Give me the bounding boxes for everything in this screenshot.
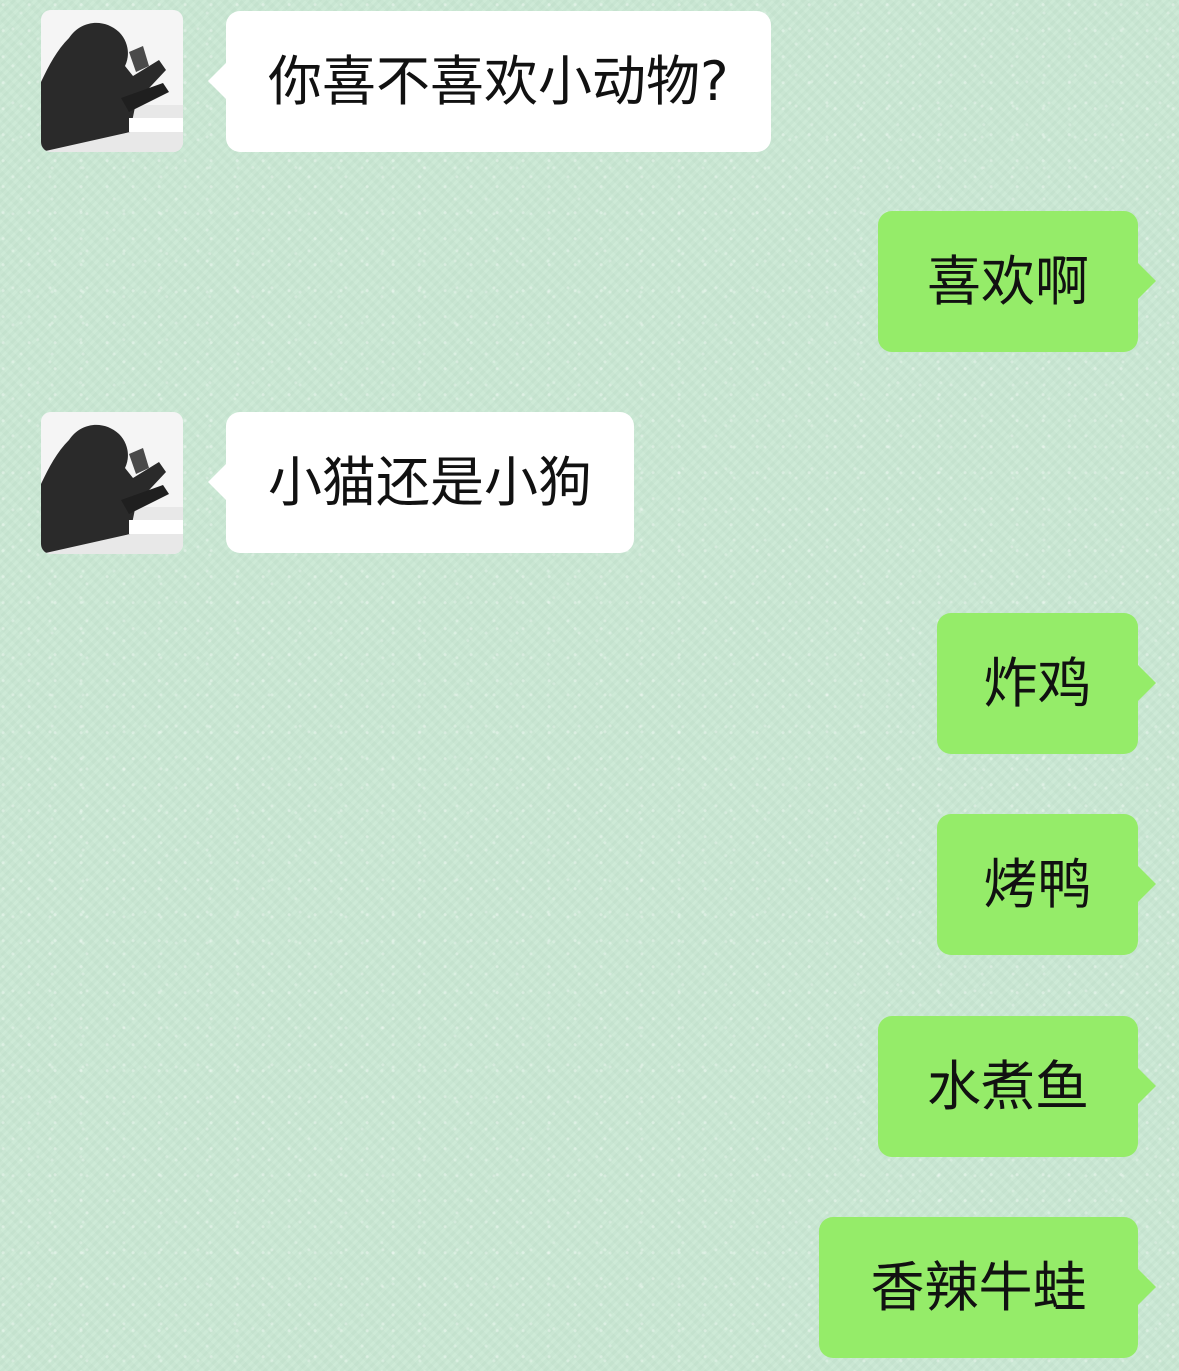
outgoing-message-bubble[interactable]: 喜欢啊 [878,211,1156,352]
incoming-message-bubble[interactable]: 小猫还是小狗 [208,412,634,553]
message-text: 炸鸡 [983,652,1092,715]
message-outgoing: 喜欢啊 [0,211,1179,352]
outgoing-message-bubble[interactable]: 烤鸭 [937,814,1156,955]
message-text: 喜欢啊 [927,250,1089,313]
message-outgoing: 香辣牛蛙 [0,1217,1179,1358]
chat-conversation: 你喜不喜欢小动物? 喜欢啊 小猫还是小狗 炸鸡 烤鸭 水煮鱼 香辣牛蛙 [0,0,1179,1371]
outgoing-message-bubble[interactable]: 炸鸡 [937,613,1156,754]
outgoing-message-bubble[interactable]: 水煮鱼 [878,1016,1156,1157]
message-text: 香辣牛蛙 [870,1256,1087,1319]
message-incoming: 你喜不喜欢小动物? [0,0,1179,160]
message-text: 烤鸭 [983,853,1092,916]
avatar-icon[interactable] [41,412,183,554]
message-text: 小猫还是小狗 [268,451,592,514]
incoming-message-bubble[interactable]: 你喜不喜欢小动物? [208,11,771,152]
outgoing-message-bubble[interactable]: 香辣牛蛙 [819,1217,1156,1358]
message-incoming: 小猫还是小狗 [0,412,1179,554]
message-text: 水煮鱼 [927,1055,1089,1118]
message-outgoing: 水煮鱼 [0,1016,1179,1157]
avatar-icon[interactable] [41,10,183,152]
message-text: 你喜不喜欢小动物? [268,50,729,113]
message-outgoing: 烤鸭 [0,814,1179,955]
message-outgoing: 炸鸡 [0,613,1179,754]
